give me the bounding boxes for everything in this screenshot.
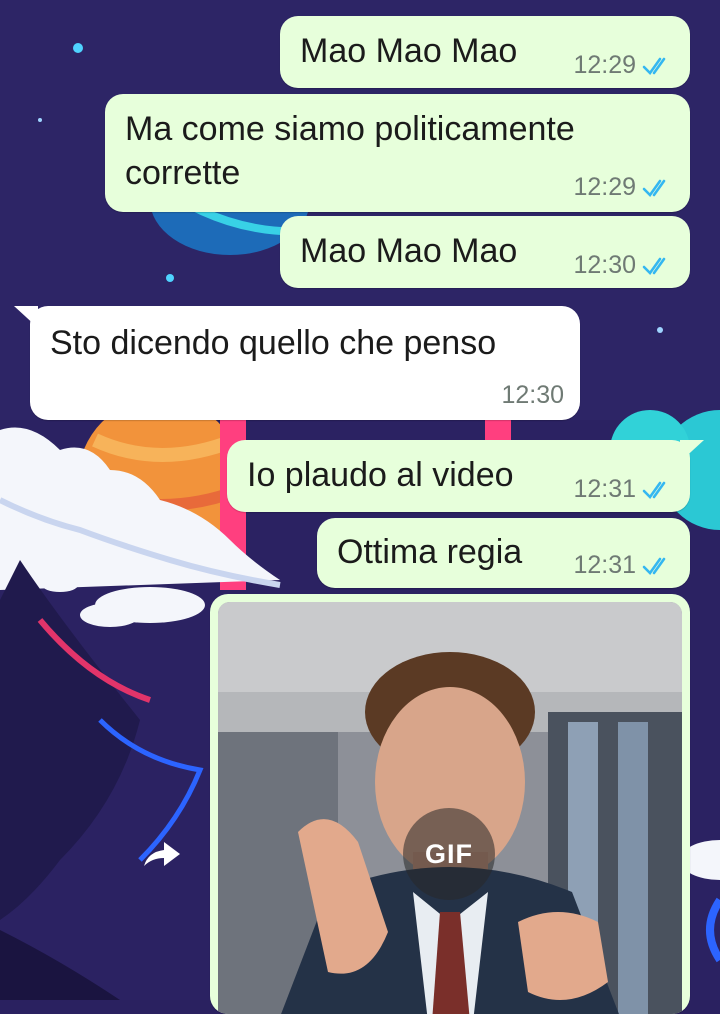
bubble-tail-outgoing (680, 440, 704, 462)
message-time: 12:31 (573, 551, 636, 579)
message-bubble-outgoing[interactable]: Ottima regia 12:31 (317, 518, 690, 588)
message-bubble-outgoing[interactable]: Io plaudo al video 12:31 (227, 440, 690, 512)
message-time: 12:29 (573, 51, 636, 79)
message-time: 12:29 (573, 173, 636, 201)
double-check-icon (642, 257, 666, 275)
message-meta: 12:29 (573, 173, 674, 202)
bubble-tail-incoming (14, 306, 38, 328)
message-text-line-2: corrette (125, 154, 241, 192)
forward-arrow-icon[interactable] (140, 836, 184, 872)
gif-badge-icon[interactable]: GIF (403, 808, 495, 900)
double-check-icon (642, 57, 666, 75)
message-bubble-outgoing[interactable]: Mao Mao Mao 12:29 (280, 16, 690, 88)
message-meta: 12:30 (501, 381, 564, 410)
message-time: 12:30 (501, 381, 564, 409)
double-check-icon (642, 481, 666, 499)
message-text: Io plaudo al video (247, 456, 514, 494)
double-check-icon (642, 557, 666, 575)
message-time: 12:31 (573, 475, 636, 503)
double-check-icon (642, 179, 666, 197)
message-bubble-incoming[interactable]: Sto dicendo quello che penso 12:30 (30, 306, 580, 420)
message-text-line-1: Ma come siamo politicamente (125, 110, 575, 148)
message-bubble-outgoing[interactable]: Mao Mao Mao 12:30 (280, 216, 690, 288)
message-meta: 12:30 (573, 251, 674, 280)
message-text: Ottima regia (337, 533, 523, 571)
message-text: Mao Mao Mao (300, 232, 518, 270)
message-meta: 12:29 (573, 51, 674, 80)
message-meta: 12:31 (573, 551, 674, 580)
message-meta: 12:31 (573, 475, 674, 504)
gif-message-bubble[interactable] (210, 594, 690, 1014)
message-time: 12:30 (573, 251, 636, 279)
message-text: Sto dicendo quello che penso (50, 324, 497, 362)
message-text: Mao Mao Mao (300, 32, 518, 70)
message-bubble-outgoing[interactable]: Ma come siamo politicamente corrette 12:… (105, 94, 690, 212)
